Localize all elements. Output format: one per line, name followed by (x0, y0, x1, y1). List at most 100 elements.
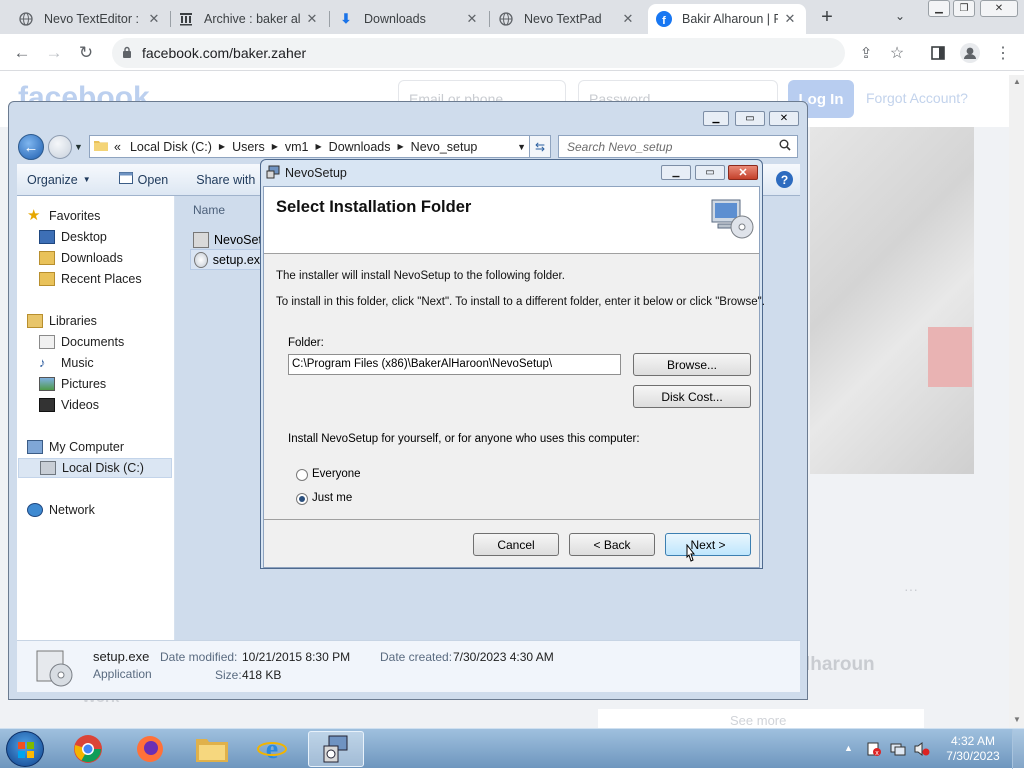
nav-local-disk[interactable]: Local Disk (C:) (18, 458, 172, 478)
clock[interactable]: 4:32 AM 7/30/2023 (942, 734, 1004, 764)
internet-explorer-taskbar-icon[interactable]: e (244, 731, 300, 767)
tab-title: Bakir Alharoun | F (682, 12, 778, 26)
disk-cost-button[interactable]: Disk Cost... (633, 385, 751, 408)
back-button[interactable]: < Back (569, 533, 655, 556)
forgot-account-link[interactable]: Forgot Account? (866, 90, 968, 106)
search-icon[interactable] (779, 139, 791, 154)
share-icon[interactable]: ⇪ (853, 40, 879, 66)
breadcrumb-arrow-icon[interactable]: ▶ (398, 142, 404, 151)
browser-tab-active[interactable]: f Bakir Alharoun | F ✕ (648, 4, 806, 34)
recent-pages-chevron-icon[interactable]: ▼ (74, 142, 83, 152)
refresh-icon[interactable]: ⇆ (529, 135, 551, 158)
more-options-icon[interactable]: ··· (904, 581, 918, 597)
scroll-down-icon[interactable]: ▼ (1013, 715, 1021, 724)
close-tab-icon[interactable]: ✕ (464, 11, 480, 27)
action-center-icon[interactable]: x (866, 741, 882, 757)
new-tab-icon[interactable]: + (817, 7, 837, 27)
breadcrumb-item[interactable]: vm1 (285, 140, 309, 154)
browser-tab[interactable]: Archive : baker alh ✕ (170, 4, 328, 34)
close-icon[interactable]: ✕ (980, 0, 1018, 17)
see-more-link[interactable]: See more (730, 713, 786, 728)
page-scrollbar[interactable]: ▲ ▼ (1009, 75, 1024, 728)
minimize-icon[interactable]: ▁ (703, 111, 729, 126)
nav-label: Network (49, 503, 95, 517)
show-desktop-button[interactable] (1012, 729, 1024, 769)
breadcrumb-overflow[interactable]: « (114, 140, 121, 154)
breadcrumb[interactable]: « Local Disk (C:) ▶ Users ▶ vm1 ▶ Downlo… (89, 135, 531, 158)
firefox-taskbar-icon[interactable] (122, 731, 178, 767)
share-with-button[interactable]: Share with (186, 173, 265, 187)
nav-downloads[interactable]: Downloads (39, 248, 123, 268)
chrome-taskbar-icon[interactable] (60, 731, 116, 767)
address-dropdown-icon[interactable]: ▼ (517, 142, 526, 152)
forward-arrow-icon[interactable]: → (41, 40, 67, 66)
close-tab-icon[interactable]: ✕ (620, 11, 636, 27)
reload-icon[interactable]: ↻ (73, 40, 99, 66)
nav-videos[interactable]: Videos (39, 395, 99, 415)
breadcrumb-arrow-icon[interactable]: ▶ (316, 142, 322, 151)
back-arrow-icon[interactable]: ← (18, 134, 44, 160)
breadcrumb-item[interactable]: Nevo_setup (411, 140, 478, 154)
maximize-icon[interactable]: ▭ (695, 165, 725, 180)
nav-favorites[interactable]: ★ Favorites (27, 206, 100, 226)
help-icon[interactable]: ? (776, 171, 793, 188)
nav-libraries[interactable]: Libraries (27, 311, 97, 331)
close-tab-icon[interactable]: ✕ (782, 11, 798, 27)
browser-tab[interactable]: ⬇ Downloads ✕ (330, 4, 488, 34)
back-arrow-icon[interactable]: ← (9, 40, 35, 66)
breadcrumb-item[interactable]: Local Disk (C:) (130, 140, 212, 154)
scroll-up-icon[interactable]: ▲ (1013, 77, 1021, 86)
show-hidden-icons-chevron-icon[interactable]: ▲ (844, 743, 853, 753)
next-button[interactable]: Next > (665, 533, 751, 556)
folder-path-input[interactable]: C:\Program Files (x86)\BakerAlHaroon\Nev… (288, 354, 621, 375)
organize-button[interactable]: Organize ▼ (17, 173, 101, 187)
nav-label: Documents (61, 335, 125, 349)
nav-network[interactable]: Network (27, 500, 95, 520)
close-tab-icon[interactable]: ✕ (146, 11, 162, 27)
nav-recent-places[interactable]: Recent Places (39, 269, 142, 289)
column-header-name[interactable]: Name (193, 203, 225, 217)
breadcrumb-item[interactable]: Downloads (329, 140, 391, 154)
close-icon[interactable]: ✕ (728, 165, 758, 180)
restore-icon[interactable]: ❐ (953, 0, 975, 17)
start-button[interactable] (6, 731, 44, 767)
everyone-label[interactable]: Everyone (312, 468, 361, 480)
bookmark-star-icon[interactable]: ☆ (884, 40, 910, 66)
breadcrumb-arrow-icon[interactable]: ▶ (272, 142, 278, 151)
minimize-icon[interactable]: ▁ (661, 165, 691, 180)
nav-music[interactable]: ♪ Music (39, 353, 94, 373)
maximize-icon[interactable]: ▭ (735, 111, 765, 126)
tab-search-chevron-icon[interactable]: ⌄ (895, 9, 905, 23)
network-status-icon[interactable] (890, 741, 906, 757)
profile-avatar-icon[interactable] (957, 40, 983, 66)
breadcrumb-arrow-icon[interactable]: ▶ (219, 142, 225, 151)
nav-pictures[interactable]: Pictures (39, 374, 106, 394)
open-button[interactable]: Open (109, 172, 179, 187)
browser-tab[interactable]: Nevo TextPad ✕ (490, 4, 644, 34)
nav-my-computer[interactable]: My Computer (27, 437, 124, 457)
install-instructions-text: To install in this folder, click "Next".… (276, 296, 765, 308)
address-bar[interactable]: facebook.com/baker.zaher (112, 38, 845, 68)
volume-muted-icon[interactable] (914, 741, 930, 757)
install-for-text: Install NevoSetup for yourself, or for a… (288, 433, 640, 445)
minimize-icon[interactable]: ▁ (928, 0, 950, 17)
close-tab-icon[interactable]: ✕ (304, 11, 320, 27)
nav-desktop[interactable]: Desktop (39, 227, 107, 247)
nav-documents[interactable]: Documents (39, 332, 124, 352)
file-explorer-taskbar-icon[interactable] (184, 731, 240, 767)
nav-label: Local Disk (C:) (62, 461, 144, 475)
browser-tab[interactable]: Nevo TextEditor : N ✕ (10, 4, 170, 34)
everyone-radio[interactable] (296, 469, 308, 481)
close-icon[interactable]: ✕ (769, 111, 799, 126)
just-me-radio[interactable] (296, 493, 308, 505)
browse-button[interactable]: Browse... (633, 353, 751, 376)
breadcrumb-item[interactable]: Users (232, 140, 265, 154)
just-me-label[interactable]: Just me (312, 492, 352, 504)
file-row-selected[interactable]: setup.exe (190, 249, 268, 270)
cancel-button[interactable]: Cancel (473, 533, 559, 556)
search-input[interactable]: Search Nevo_setup (558, 135, 798, 158)
forward-arrow-icon[interactable] (48, 135, 72, 159)
menu-kebab-icon[interactable]: ⋮ (990, 40, 1016, 66)
side-panel-icon[interactable] (925, 40, 951, 66)
nevosetup-taskbar-icon[interactable] (308, 731, 364, 767)
